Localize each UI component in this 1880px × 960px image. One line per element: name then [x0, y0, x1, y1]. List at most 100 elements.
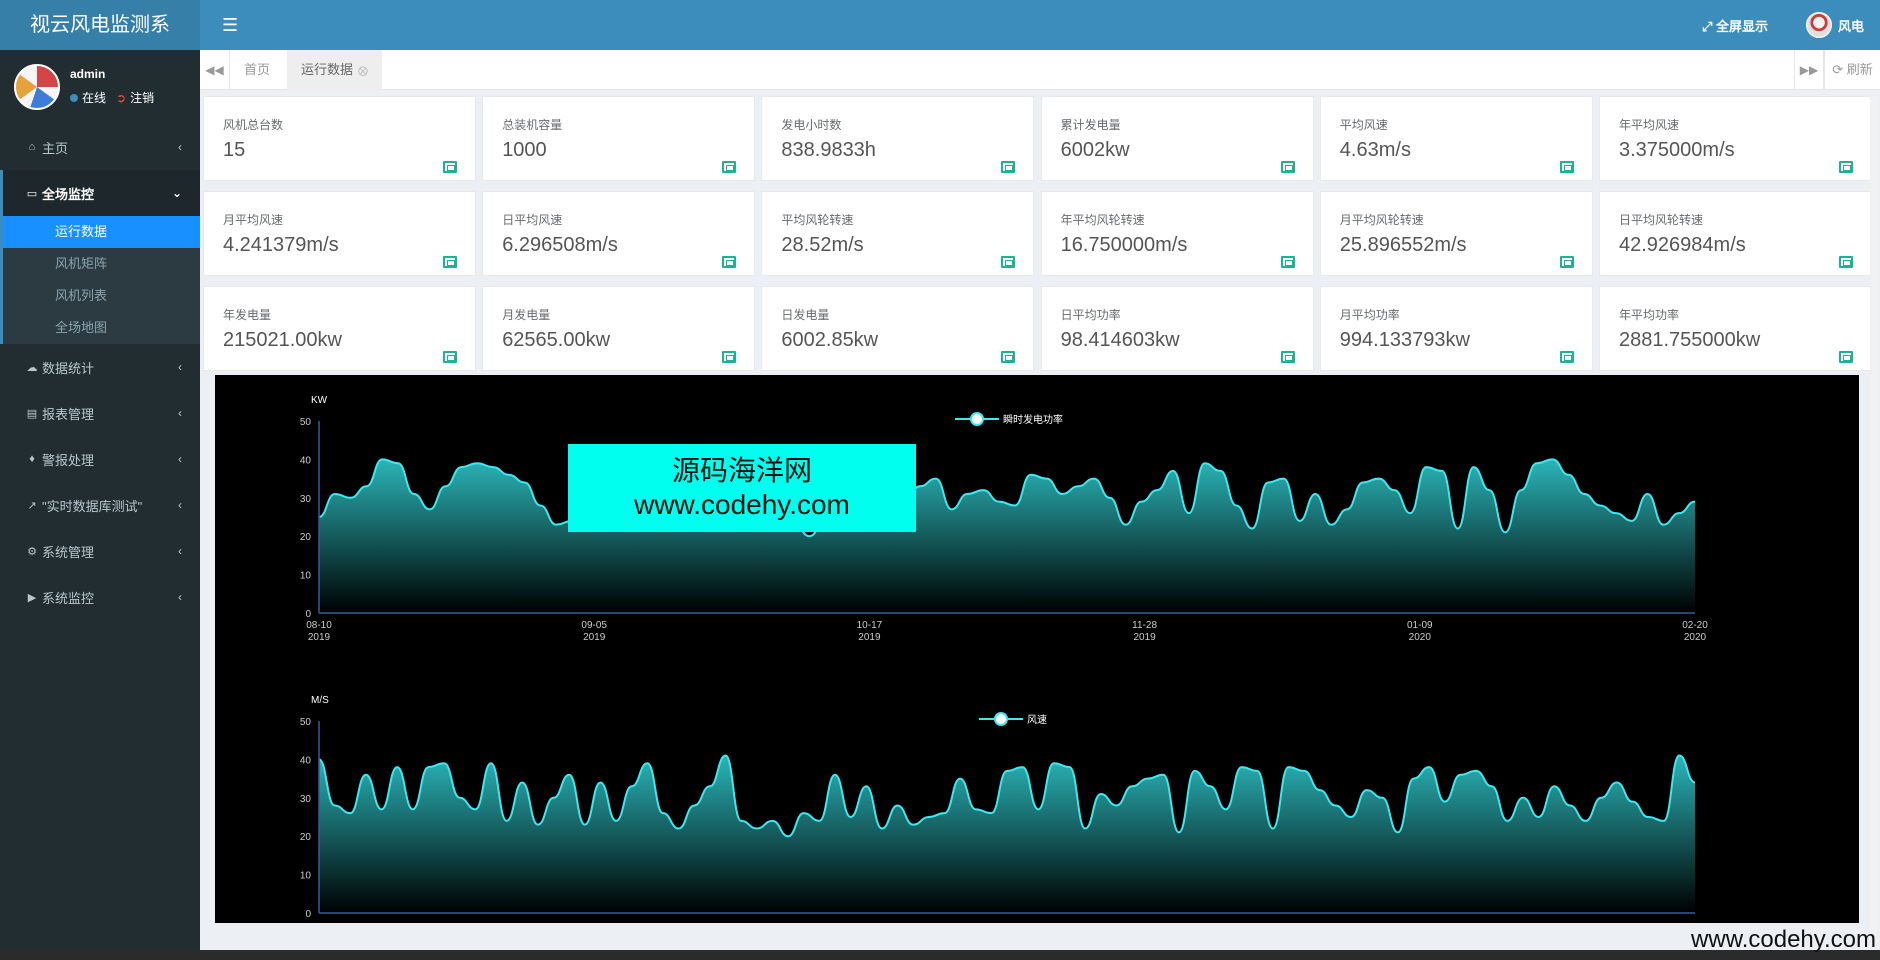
image-icon — [1001, 256, 1016, 268]
sidebar-item-monitor[interactable]: ▭ 全场监控 ⌄ — [0, 170, 200, 216]
y-axis-label: KW — [311, 395, 328, 406]
stat-card: 日平均功率 98.414603kw — [1040, 286, 1314, 371]
bell-icon: ♦ — [29, 453, 35, 465]
submenu-item-turbine-list[interactable]: 风机列表 — [3, 280, 200, 312]
y-axis-label: M/S — [311, 695, 329, 706]
chevron-left-icon: ‹ — [178, 406, 182, 420]
avatar — [1805, 12, 1832, 38]
stat-card: 日发电量 6002.85kw — [761, 286, 1035, 371]
image-icon — [722, 161, 737, 173]
sidebar-item-system-admin[interactable]: ⚙ 系统管理 ‹ — [0, 528, 200, 574]
gear-icon: ⚙ — [27, 545, 37, 558]
charts-svg: KW0102030405008-10201909-05201910-172019… — [300, 395, 1708, 920]
submenu-item-run-data[interactable]: 运行数据 — [3, 216, 200, 248]
y-tick-label: 20 — [300, 532, 312, 543]
stat-title: 风机总台数 — [223, 118, 284, 132]
image-icon — [1559, 351, 1574, 363]
app-logo[interactable]: 视云风电监测系 — [0, 0, 200, 50]
sidebar-item-system-monitor[interactable]: ▶ 系统监控 ‹ — [0, 574, 200, 620]
sidebar-item-home[interactable]: ⌂ 主页 ‹ — [0, 124, 200, 170]
online-dot-icon — [70, 94, 78, 102]
expand-icon: ⤢ — [1701, 19, 1713, 34]
stat-title: 月平均功率 — [1339, 308, 1400, 322]
user-avatar — [14, 64, 60, 110]
x-tick-label: 02-20 — [1682, 620, 1708, 631]
legend-label: 风速 — [1027, 714, 1047, 726]
chevron-left-icon: ‹ — [178, 590, 182, 604]
x-tick-year-label: 2019 — [858, 632, 881, 643]
stat-card: 年平均风速 3.375000m/s — [1599, 96, 1872, 181]
video-icon: ▶ — [27, 591, 37, 604]
legend-marker-icon — [970, 412, 984, 426]
stat-card: 发电小时数 838.9833h — [761, 96, 1035, 181]
stat-card: 年平均功率 2881.755000kw — [1599, 286, 1872, 371]
series-area — [319, 755, 1695, 913]
sidebar-item-realtime-db[interactable]: ↗ "实时数据库测试" ‹ — [0, 482, 200, 528]
stat-title: 年发电量 — [223, 308, 272, 322]
x-tick-year-label: 2019 — [308, 632, 331, 643]
logout-link[interactable]: ➲ 注销 — [116, 89, 154, 106]
monitor-icon: ▭ — [26, 187, 38, 200]
fullscreen-label: 全屏显示 — [1715, 19, 1768, 34]
x-tick-label: 10-17 — [857, 620, 883, 631]
stat-value: 3.375000m/s — [1619, 139, 1735, 161]
sidebar-item-statistics[interactable]: ☁ 数据统计 ‹ — [0, 344, 200, 390]
refresh-icon: ⟳ — [1832, 62, 1844, 77]
logout-icon: ➲ — [116, 91, 127, 105]
stat-value: 6.296508m/s — [502, 234, 618, 256]
watermark-banner: 源码海洋网 www.codehy.com — [568, 444, 916, 532]
stat-title: 发电小时数 — [781, 118, 842, 132]
refresh-button[interactable]: ⟳ 刷新 — [1824, 50, 1880, 90]
stat-value: 838.9833h — [781, 139, 876, 161]
y-tick-label: 40 — [300, 755, 312, 766]
tab-run-data-label: 运行数据 — [301, 62, 354, 77]
x-tick-year-label: 2020 — [1684, 632, 1707, 643]
image-icon — [1839, 161, 1853, 173]
y-tick-label: 30 — [300, 494, 312, 505]
menu-toggle-icon[interactable]: ☰ — [222, 13, 238, 37]
sidebar-item-alarms[interactable]: ♦ 警报处理 ‹ — [0, 436, 200, 482]
tab-scroll-left-icon[interactable]: ◀◀ — [200, 50, 230, 90]
close-icon[interactable]: ⨂ — [358, 66, 368, 77]
y-tick-label: 0 — [305, 609, 311, 620]
submenu-item-turbine-matrix[interactable]: 风机矩阵 — [3, 248, 200, 280]
stat-card: 累计发电量 6002kw — [1040, 96, 1314, 181]
image-icon — [443, 256, 457, 268]
stat-title: 月平均风轮转速 — [1339, 213, 1424, 227]
y-tick-label: 50 — [300, 717, 312, 728]
stat-title: 累计发电量 — [1060, 118, 1121, 132]
tab-bar: ◀◀ 首页 运行数据 ⨂ ▶▶ ⟳ 刷新 — [200, 50, 1880, 90]
tab-scroll-right-icon[interactable]: ▶▶ — [1794, 50, 1824, 90]
watermark-line1: 源码海洋网 — [671, 455, 812, 486]
stat-value: 98.414603kw — [1060, 329, 1180, 351]
tab-home[interactable]: 首页 — [230, 50, 284, 90]
image-icon — [1839, 351, 1853, 363]
chevron-left-icon: ‹ — [178, 544, 182, 558]
tab-run-data[interactable]: 运行数据 ⨂ — [287, 50, 383, 90]
stat-card: 日平均风轮转速 42.926984m/s — [1599, 191, 1872, 276]
legend-marker-icon — [994, 712, 1008, 726]
stat-title: 月发电量 — [502, 308, 551, 322]
sidebar-item-reports[interactable]: ▤ 报表管理 ‹ — [0, 390, 200, 436]
y-tick-label: 10 — [300, 571, 312, 582]
y-tick-label: 30 — [300, 794, 312, 805]
y-tick-label: 40 — [300, 455, 312, 466]
stat-title: 总装机容量 — [502, 118, 563, 132]
image-icon — [1001, 351, 1016, 363]
image-icon — [443, 351, 457, 363]
x-tick-year-label: 2019 — [1133, 632, 1156, 643]
stat-title: 平均风轮转速 — [781, 213, 854, 227]
stat-card: 平均风速 4.63m/s — [1319, 96, 1593, 181]
stat-title: 年平均风轮转速 — [1060, 213, 1145, 227]
user-name: admin — [70, 67, 106, 81]
chevron-left-icon: ‹ — [178, 498, 182, 512]
page-scrollbar[interactable] — [1870, 96, 1878, 946]
chevron-left-icon: ‹ — [178, 452, 182, 466]
chevron-left-icon: ‹ — [178, 140, 182, 154]
user-menu[interactable]: 风电 — [1805, 12, 1864, 38]
submenu-item-site-map[interactable]: 全场地图 — [3, 312, 200, 344]
fullscreen-button[interactable]: ⤢ 全屏显示 — [1702, 16, 1768, 35]
x-tick-year-label: 2020 — [1409, 632, 1432, 643]
stat-value: 25.896552m/s — [1339, 234, 1467, 256]
stat-card: 月平均功率 994.133793kw — [1319, 286, 1593, 371]
